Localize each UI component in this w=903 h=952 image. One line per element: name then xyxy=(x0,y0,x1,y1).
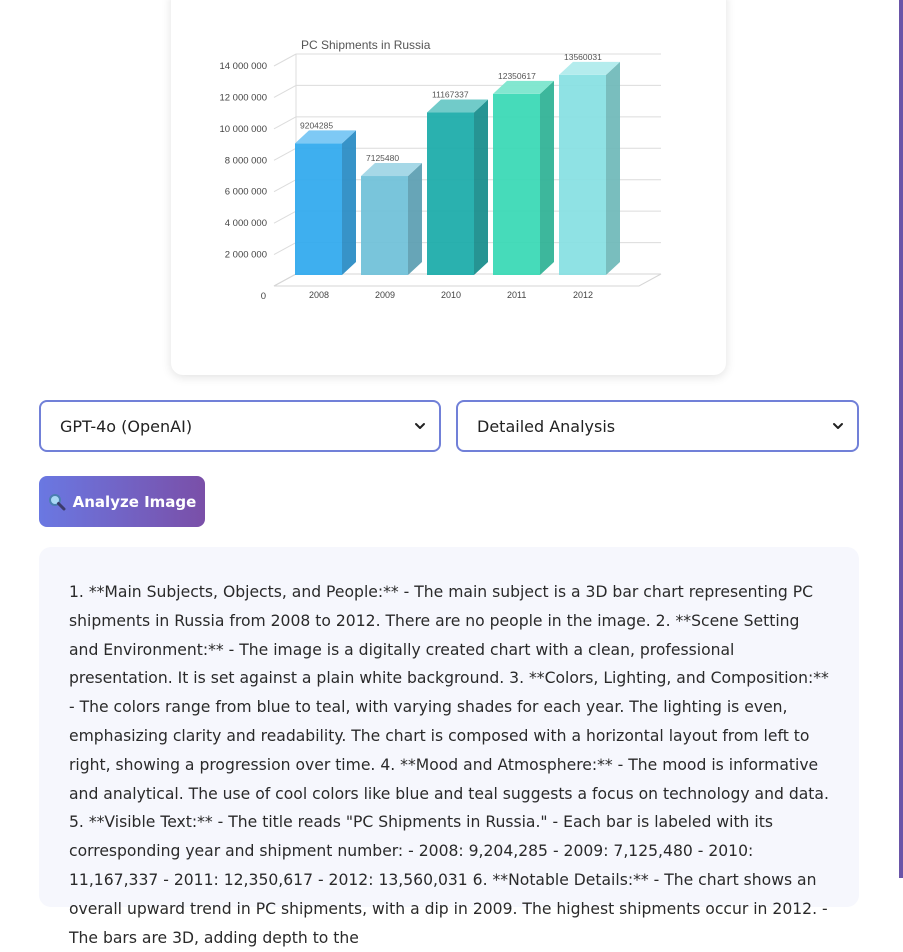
chart-title: PC Shipments in Russia xyxy=(301,38,431,52)
uploaded-image-card: PC Shipments in Russia 0 2 000 000 4 000 00… xyxy=(171,0,726,375)
grid-line-side xyxy=(273,179,297,193)
y-tick-label: 10 000 000 xyxy=(219,124,267,135)
y-tick-label: 0 xyxy=(261,291,266,302)
bar xyxy=(295,143,342,275)
y-tick-label: 6 000 000 xyxy=(225,187,267,198)
grid-line-side xyxy=(273,116,297,130)
bar xyxy=(427,112,474,275)
bar-side xyxy=(606,61,620,276)
x-tick-label: 2011 xyxy=(507,290,526,300)
window-edge xyxy=(899,0,903,878)
bar-value-label: 12350617 xyxy=(498,71,536,81)
x-tick-label: 2010 xyxy=(441,290,461,300)
bar-value-label: 9204285 xyxy=(300,120,333,130)
chart-floor xyxy=(273,273,662,287)
bar-side xyxy=(342,130,356,275)
x-tick-label: 2009 xyxy=(375,290,395,300)
bar-value-label: 11167337 xyxy=(432,90,469,100)
bar-chart: PC Shipments in Russia 0 2 000 000 4 000 00… xyxy=(219,38,662,302)
analysis-result-text: 1. **Main Subjects, Objects, and People:… xyxy=(69,583,829,947)
bar-side xyxy=(474,99,488,275)
grid-line-side xyxy=(273,242,297,256)
chevron-down-icon xyxy=(415,423,425,429)
bar-value-label: 13560031 xyxy=(564,52,602,62)
bar-side xyxy=(540,80,554,275)
magnifier-icon xyxy=(48,493,66,510)
chevron-down-icon xyxy=(833,423,843,429)
analysis-result-panel: 1. **Main Subjects, Objects, and People:… xyxy=(39,547,859,947)
grid-line-side xyxy=(273,53,297,67)
grid-line-side xyxy=(273,210,297,224)
bar xyxy=(361,176,408,275)
y-tick-label: 4 000 000 xyxy=(225,218,267,229)
y-tick-label: 12 000 000 xyxy=(219,92,267,103)
analysis-mode-select[interactable]: Detailed Analysis xyxy=(456,400,859,452)
bar xyxy=(559,74,606,276)
bar xyxy=(493,93,540,275)
analyze-button-label: Analyze Image xyxy=(72,492,197,511)
grid-line-side xyxy=(273,147,297,161)
analysis-mode-select-value: Detailed Analysis xyxy=(477,416,616,436)
x-tick-label: 2008 xyxy=(309,290,329,300)
y-tick-label: 2 000 000 xyxy=(225,250,267,261)
y-tick-label: 14 000 000 xyxy=(219,61,267,72)
x-tick-label: 2012 xyxy=(573,290,593,300)
model-select[interactable]: GPT-4o (OpenAI) xyxy=(39,400,441,452)
model-select-value: GPT-4o (OpenAI) xyxy=(60,416,193,436)
analyze-image-button[interactable]: Analyze Image xyxy=(39,476,205,527)
bar-value-label: 7125480 xyxy=(366,153,399,163)
grid-line-side xyxy=(273,84,297,98)
bar-side xyxy=(408,163,422,275)
y-tick-label: 8 000 000 xyxy=(225,155,267,166)
